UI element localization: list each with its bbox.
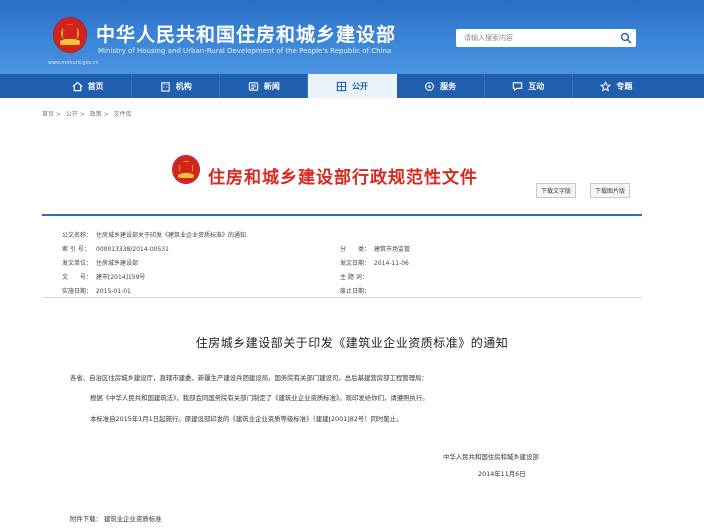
site-header: 中华人民共和国住房和城乡建设部 Ministry of Housing and … [0,0,704,74]
site-subtitle: Ministry of Housing and Urban-Rural Deve… [98,47,392,55]
article-signer: 中华人民共和国住房和城乡建设部 [443,453,539,461]
nav-item-interact[interactable]: 互动 [485,74,573,98]
meta-effective-value: 2015-01-01 [96,288,131,295]
meta-title-label: 公文名称： [62,232,93,239]
site-title: 中华人民共和国住房和城乡建设部 [96,24,397,46]
article-sign-date: 2014年11月6日 [478,470,526,478]
article-paragraph-effective: 本标准自2015年1月1日起施行。原建设部印发的《建筑业企业资质等级标准》（建建… [90,415,403,423]
news-icon [248,81,259,91]
nav-item-label: 机构 [175,81,192,91]
meta-expire-label: 废止日期： [340,288,371,295]
nav-item-org[interactable]: 机构 [132,74,221,98]
main-nav: 首页 机构 新闻 公开 服务 互动 专题 [0,74,704,98]
meta-title-value: 住房城乡建设部关于印发《建筑业企业资质标准》的通知 [96,232,247,239]
national-emblem-icon [173,156,199,183]
document-category-title: 住房和城乡建设部行政规范性文件 [208,168,478,188]
nav-item-news[interactable]: 新闻 [220,74,309,98]
meta-index-value: 000013338/2014-00531 [96,246,169,253]
meta-issuer-value: 住房城乡建设部 [96,260,139,267]
site-url: www.mohurd.gov.cn [48,60,99,66]
meta-category-row: 分 类： 建筑市场监管 [340,244,410,253]
meta-effective-row: 实施日期： 2015-01-01 [62,286,131,295]
meta-category-label: 分 类： [340,246,371,253]
meta-date-label: 发文日期： [340,260,371,267]
meta-docno-value: 建市[2014]159号 [96,274,146,281]
building-icon [160,81,170,92]
public-icon [336,81,347,91]
meta-keywords-label: 主 题 词： [340,274,368,281]
topic-icon [600,80,612,92]
service-icon [425,81,435,91]
meta-index-row: 索 引 号： 000013338/2014-00531 [62,244,169,253]
article-paragraph-salutation: 各省、自治区住房城乡建设厅，直辖市建委，新疆生产建设兵团建设局，国务院有关部门建… [70,374,428,382]
article-paragraph-body: 根据《中华人民共和国建筑法》，我部会同国务院有关部门制定了《建筑业企业资质标准》… [90,394,429,402]
meta-title-row: 公文名称： 住房城乡建设部关于印发《建筑业企业资质标准》的通知 [62,230,246,239]
interact-icon [513,81,523,91]
nav-item-label: 首页 [87,81,104,91]
breadcrumb-home[interactable]: 首页 > [42,111,61,118]
nav-item-label: 专题 [616,81,633,91]
breadcrumb-policy[interactable]: 政策 > [90,111,109,118]
search-input[interactable] [456,29,614,47]
meta-issuer-row: 发文单位： 住房城乡建设部 [62,258,138,267]
nav-item-topic[interactable]: 专题 [573,74,660,98]
national-emblem-icon [54,18,86,52]
attachment-row: 附件下载： 建筑业企业资质标准 [70,514,162,523]
download-image-button[interactable]: 下载图片版 [590,183,631,198]
download-text-button[interactable]: 下载文字版 [536,183,577,198]
meta-effective-label: 实施日期： [62,288,93,295]
nav-item-service[interactable]: 服务 [397,74,485,98]
search-icon[interactable] [620,32,632,44]
breadcrumb: 首页 > 公开 > 政策 > 文件库 [42,109,135,118]
nav-item-label: 公开 [351,81,368,91]
meta-category-value: 建筑市场监管 [374,246,411,253]
search-box [456,29,636,47]
meta-expire-row: 废止日期： [340,286,374,295]
document-metadata: 公文名称： 住房城乡建设部关于印发《建筑业企业资质标准》的通知 索 引 号： 000… [42,214,642,298]
meta-issuer-label: 发文单位： [62,260,93,267]
nav-item-label: 互动 [528,81,545,91]
meta-date-row: 发文日期： 2014-11-06 [340,258,409,267]
document-banner: 住房和城乡建设部行政规范性文件 下载文字版 下载图片版 [42,152,642,208]
article-title: 住房城乡建设部关于印发《建筑业企业资质标准》的通知 [195,336,509,350]
meta-docno-row: 文 号： 建市[2014]159号 [62,272,145,281]
meta-docno-label: 文 号： [62,274,93,281]
meta-keywords-row: 主 题 词： [340,272,374,281]
meta-index-label: 索 引 号： [62,246,90,253]
home-icon [72,81,83,91]
nav-item-home[interactable]: 首页 [44,74,133,98]
nav-item-label: 新闻 [263,81,280,91]
breadcrumb-library[interactable]: 文件库 [114,111,132,118]
attachment-link[interactable]: 建筑业企业资质标准 [104,515,162,523]
attachment-label: 附件下载： [70,515,102,523]
nav-item-label: 服务 [440,81,457,91]
meta-date-value: 2014-11-06 [374,260,409,267]
breadcrumb-public[interactable]: 公开 > [66,111,85,118]
nav-item-public[interactable]: 公开 [308,74,397,98]
